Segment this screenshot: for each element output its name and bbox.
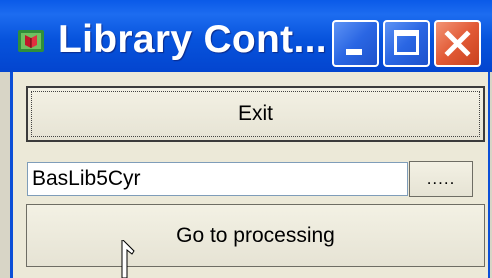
- close-button[interactable]: [434, 20, 481, 67]
- minimize-button[interactable]: [332, 20, 379, 67]
- library-name-input[interactable]: [27, 162, 408, 196]
- go-to-processing-label: Go to processing: [176, 223, 335, 247]
- title-bar[interactable]: Library Cont...: [0, 0, 492, 72]
- window-body: Exit ..... Go to processing: [10, 72, 490, 278]
- go-to-processing-button[interactable]: Go to processing: [26, 204, 485, 267]
- exit-button-label: Exit: [237, 102, 273, 125]
- library-book-icon: [18, 30, 44, 52]
- minimize-icon: [346, 49, 362, 55]
- maximize-button[interactable]: [383, 20, 430, 67]
- exit-button[interactable]: Exit: [26, 86, 485, 142]
- maximize-icon: [394, 30, 419, 55]
- browse-button-label: .....: [426, 169, 456, 188]
- mouse-pointer-icon: [121, 240, 135, 278]
- library-control-window: Library Cont... Exit ..... Go to process…: [0, 0, 492, 278]
- window-title: Library Cont...: [58, 18, 327, 61]
- close-icon: [444, 30, 471, 57]
- browse-button[interactable]: .....: [409, 161, 473, 197]
